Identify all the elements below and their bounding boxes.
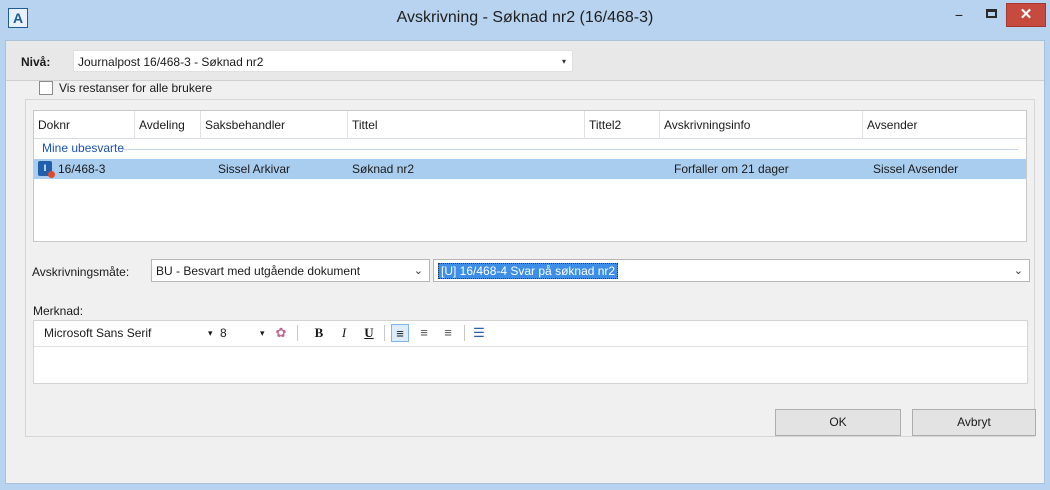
list-header: Doknr Avdeling Saksbehandler Tittel Titt… [34,111,1026,139]
cell-tittel: Søknad nr2 [352,162,415,176]
italic-button[interactable]: I [335,324,353,342]
close-button[interactable]: ✕ [1006,3,1046,27]
method-label: Avskrivningsmåte: [32,265,130,279]
column-header-saksbehandler[interactable]: Saksbehandler [201,111,348,139]
column-header-avdeling[interactable]: Avdeling [135,111,201,139]
column-header-avsender[interactable]: Avsender [863,111,1026,139]
cancel-button[interactable]: Avbryt [912,409,1036,436]
pending-list[interactable]: Doknr Avdeling Saksbehandler Tittel Titt… [33,110,1027,242]
level-label: Nivå: [21,55,51,69]
formatting-toolbar: Microsoft Sans Serif ▾ 8 ▾ ✿ B I U ≡ ≡ ≡… [34,321,1027,347]
level-value: Journalpost 16/468-3 - Søknad nr2 [78,55,264,69]
cell-avskrivningsinfo: Forfaller om 21 dager [674,162,789,176]
column-header-tittel2[interactable]: Tittel2 [585,111,660,139]
chevron-down-icon[interactable]: ▾ [208,328,213,339]
ok-button[interactable]: OK [775,409,901,436]
maximize-button[interactable] [978,6,1004,24]
level-dropdown[interactable]: Journalpost 16/468-3 - Søknad nr2 ▾ [73,50,573,72]
align-center-button[interactable]: ≡ [415,324,433,342]
column-header-avskrivningsinfo[interactable]: Avskrivningsinfo [660,111,863,139]
window-title: Avskrivning - Søknad nr2 (16/468-3) [396,9,654,26]
maximize-icon [986,9,997,18]
remark-label: Merknad: [33,304,84,318]
font-size-select[interactable]: 8 [220,326,227,340]
level-bar: Nivå: Journalpost 16/468-3 - Søknad nr2 … [6,41,1044,81]
column-header-tittel[interactable]: Tittel [348,111,585,139]
table-row[interactable]: I 16/468-3 Sissel Arkivar Søknad nr2 For… [34,159,1026,179]
title-bar[interactable]: A Avskrivning - Søknad nr2 (16/468-3) − … [0,0,1050,40]
cell-saksbehandler: Sissel Arkivar [218,162,291,176]
show-all-users-label: Vis restanser for alle brukere [59,81,213,95]
reply-document-value[interactable]: [U] 16/468-4 Svar på søknad nr2 [438,263,619,279]
chevron-down-icon: ⌄ [413,265,423,277]
method-value: BU - Besvart med utgående dokument [156,264,361,278]
dialog-window: A Avskrivning - Søknad nr2 (16/468-3) − … [0,0,1050,490]
document-icon-letter: I [43,163,47,173]
method-dropdown[interactable]: BU - Besvart med utgående dokument ⌄ [151,259,430,282]
align-right-button[interactable]: ≡ [439,324,457,342]
chevron-down-icon: ⌄ [1013,265,1023,277]
underline-button[interactable]: U [360,324,378,342]
text-color-icon[interactable]: ✿ [272,324,290,342]
minimize-button[interactable]: − [946,8,972,26]
font-family-select[interactable]: Microsoft Sans Serif [44,326,151,340]
bold-button[interactable]: B [310,324,328,342]
toolbar-divider [384,325,385,341]
reply-document-dropdown[interactable]: [U] 16/468-4 Svar på søknad nr2 ⌄ [433,259,1030,282]
group-label: Mine ubesvarte [42,141,125,155]
document-status-dot [48,171,55,178]
cell-avsender: Sissel Avsender [873,162,959,176]
show-all-users-checkbox[interactable] [39,81,53,95]
chevron-down-icon: ▾ [561,57,566,66]
document-incoming-icon: I [38,161,55,178]
remark-editor[interactable]: Microsoft Sans Serif ▾ 8 ▾ ✿ B I U ≡ ≡ ≡… [33,320,1028,384]
column-header-doknr[interactable]: Doknr [34,111,135,139]
toolbar-divider [297,325,298,341]
cell-doknr: 16/468-3 [58,162,106,176]
align-left-button[interactable]: ≡ [391,324,409,342]
group-header[interactable]: Mine ubesvarte [34,140,1026,158]
toolbar-divider [464,325,465,341]
bullet-list-button[interactable]: ☰ [470,324,488,342]
group-divider [122,149,1018,150]
chevron-down-icon[interactable]: ▾ [260,328,265,339]
